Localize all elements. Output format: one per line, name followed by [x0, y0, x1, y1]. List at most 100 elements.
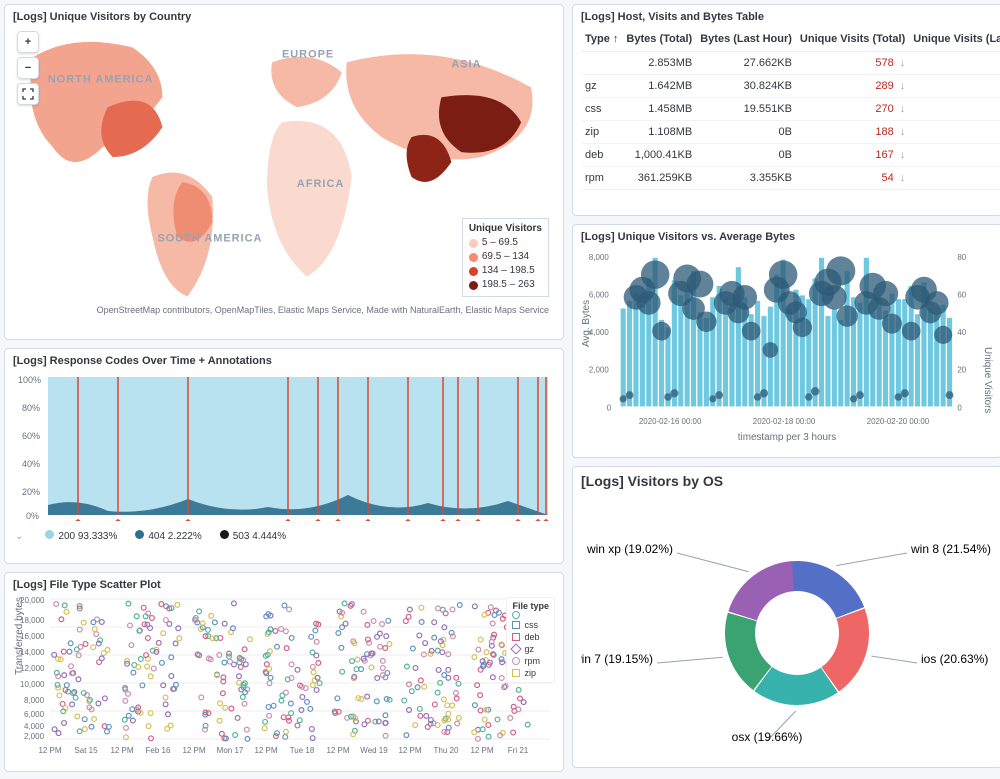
- svg-text:12 PM: 12 PM: [398, 746, 421, 755]
- visits-table: TypeBytes (Total)Bytes (Last Hour)Unique…: [581, 27, 1000, 190]
- svg-text:14,000: 14,000: [20, 648, 45, 657]
- svg-text:Unique Visitors: Unique Visitors: [982, 347, 993, 413]
- donut-label: ios (20.63%): [921, 652, 988, 666]
- map-fit-button[interactable]: [17, 83, 39, 105]
- continent-label-af: AFRICA: [297, 178, 344, 190]
- panel-title: [Logs] Unique Visitors vs. Average Bytes: [581, 231, 993, 243]
- panel-visitors-by-os: [Logs] Visitors by OS win 8 (21.54%) ios …: [572, 466, 1000, 768]
- donut-slice-win-xp[interactable]: [728, 561, 794, 620]
- svg-text:Fri 21: Fri 21: [508, 746, 529, 755]
- table-header[interactable]: Type: [581, 27, 622, 52]
- svg-text:20: 20: [957, 366, 966, 375]
- table-row[interactable]: gz1.642MB30.824KB289↓4↓: [581, 75, 1000, 98]
- svg-text:16,000: 16,000: [20, 632, 45, 641]
- map-canvas[interactable]: + − NORTH AMERICA SOUTH AMERICA: [13, 27, 555, 319]
- svg-text:*: *: [366, 519, 370, 521]
- table-header[interactable]: Bytes (Total): [622, 27, 696, 52]
- svg-text:2020-02-19 00:00: 2020-02-19 00:00: [380, 520, 444, 521]
- svg-text:10,000: 10,000: [20, 680, 45, 689]
- legend-item[interactable]: 200 93.333%: [45, 531, 117, 542]
- table-row[interactable]: deb1,000.41KB0B167↓0↓: [581, 144, 1000, 167]
- map-legend-title: Unique Visitors: [469, 223, 542, 234]
- svg-text:2020-02-21 00:00: 2020-02-21 00:00: [546, 520, 555, 521]
- svg-text:60: 60: [957, 290, 966, 299]
- continent-label-sa: SOUTH AMERICA: [157, 233, 262, 245]
- table-row[interactable]: zip1.108MB0B188↓0↓: [581, 121, 1000, 144]
- donut-slice-osx[interactable]: [754, 667, 837, 705]
- legend-item[interactable]: gz: [512, 643, 549, 655]
- svg-text:20%: 20%: [22, 487, 40, 497]
- svg-text:Tue 18: Tue 18: [290, 746, 315, 755]
- svg-text:20,000: 20,000: [20, 596, 45, 605]
- table-header[interactable]: Bytes (Last Hour): [696, 27, 796, 52]
- svg-text:100%: 100%: [18, 375, 41, 385]
- legend-item[interactable]: [512, 611, 549, 619]
- svg-text:per 4 hours: per 4 hours: [278, 520, 318, 521]
- svg-text:2020-02-17 00:00: 2020-02-17 00:00: [214, 520, 278, 521]
- panel-unique-visitors-vs-bytes: [Logs] Unique Visitors vs. Average Bytes…: [572, 224, 1000, 458]
- scatter-legend: File type cssdebgzrpmzip: [506, 597, 555, 683]
- svg-text:12 PM: 12 PM: [470, 746, 493, 755]
- map-legend-row: 69.5 – 134: [469, 250, 542, 264]
- continent-label-eu: EUROPE: [282, 48, 334, 60]
- svg-text:8,000: 8,000: [24, 696, 45, 705]
- svg-text:8,000: 8,000: [589, 253, 609, 262]
- donut-label: win 8 (21.54%): [910, 542, 991, 556]
- svg-text:Feb 16: Feb 16: [146, 746, 171, 755]
- panel-title: [Logs] File Type Scatter Plot: [13, 579, 555, 591]
- legend-item[interactable]: zip: [512, 667, 549, 679]
- svg-text:6,000: 6,000: [589, 290, 609, 299]
- donut-label: osx (19.66%): [732, 730, 803, 744]
- svg-text:80%: 80%: [22, 403, 40, 413]
- donut-label: win xp (19.02%): [586, 542, 673, 556]
- legend-item[interactable]: deb: [512, 631, 549, 643]
- svg-text:2020-02-18 00:00: 2020-02-18 00:00: [753, 417, 816, 426]
- panel-title: [Logs] Response Codes Over Time + Annota…: [13, 355, 555, 367]
- svg-text:2020-02-20 00:00: 2020-02-20 00:00: [867, 417, 930, 426]
- svg-text:2020-02-15 00:00: 2020-02-15 00:00: [48, 520, 112, 521]
- svg-text:80: 80: [957, 253, 966, 262]
- legend-item[interactable]: 503 4.444%: [220, 531, 286, 542]
- chevron-down-icon[interactable]: ⌄: [15, 531, 23, 542]
- svg-text:Wed 19: Wed 19: [360, 746, 388, 755]
- table-row[interactable]: rpm361.259KB3.355KB54↓2↓: [581, 167, 1000, 190]
- response-codes-chart[interactable]: 100%80% 60%40% 20%0% ************** 2020…: [13, 371, 555, 521]
- legend-item[interactable]: css: [512, 619, 549, 631]
- donut-slice-win-8[interactable]: [786, 561, 864, 618]
- map-legend-row: 134 – 198.5: [469, 264, 542, 278]
- svg-text:2,000: 2,000: [589, 366, 609, 375]
- panel-title: [Logs] Visitors by OS: [581, 473, 993, 489]
- map-legend-row: 198.5 – 263: [469, 278, 542, 292]
- scatter-chart[interactable]: Transferred bytes 20,00018,000 16,00014,…: [13, 595, 555, 755]
- svg-text:12 PM: 12 PM: [110, 746, 133, 755]
- svg-text:12 PM: 12 PM: [182, 746, 205, 755]
- map-zoom-out-button[interactable]: −: [17, 57, 39, 79]
- panel-host-visits-table: [Logs] Host, Visits and Bytes Table Type…: [572, 4, 1000, 216]
- response-legend: ⌄ 200 93.333% 404 2.222% 503 4.444%: [13, 524, 555, 542]
- svg-text:4,000: 4,000: [24, 722, 45, 731]
- svg-text:12 PM: 12 PM: [326, 746, 349, 755]
- table-header[interactable]: Unique Visits (Last Hour): [909, 27, 1000, 52]
- svg-text:Thu 20: Thu 20: [434, 746, 459, 755]
- uvb-chart[interactable]: Avg. Bytes Unique Visitors 8,000 6,000 4,…: [581, 247, 993, 443]
- svg-text:6,000: 6,000: [24, 710, 45, 719]
- svg-text:*: *: [456, 519, 460, 521]
- svg-text:40: 40: [957, 328, 966, 337]
- svg-text:Sat 15: Sat 15: [74, 746, 98, 755]
- table-row[interactable]: 2.853MB27.662KB578↓6↓: [581, 52, 1000, 75]
- donut-label: win 7 (19.15%): [581, 652, 653, 666]
- panel-unique-visitors-map: [Logs] Unique Visitors by Country + − NO…: [4, 4, 564, 340]
- donut-chart[interactable]: win 8 (21.54%) ios (20.63%) osx (19.66%) wi…: [581, 493, 993, 753]
- svg-text:12 PM: 12 PM: [38, 746, 61, 755]
- legend-item[interactable]: 404 2.222%: [135, 531, 201, 542]
- svg-text:40%: 40%: [22, 459, 40, 469]
- svg-text:Avg. Bytes: Avg. Bytes: [581, 300, 592, 347]
- map-zoom-in-button[interactable]: +: [17, 31, 39, 53]
- table-row[interactable]: css1.458MB19.551KB270↓3↓: [581, 98, 1000, 121]
- panel-title: [Logs] Host, Visits and Bytes Table: [581, 11, 993, 23]
- svg-text:4,000: 4,000: [589, 328, 609, 337]
- panel-file-type-scatter: [Logs] File Type Scatter Plot Transferre…: [4, 572, 564, 772]
- svg-text:0: 0: [957, 403, 962, 412]
- table-header[interactable]: Unique Visits (Total): [796, 27, 909, 52]
- legend-item[interactable]: rpm: [512, 655, 549, 667]
